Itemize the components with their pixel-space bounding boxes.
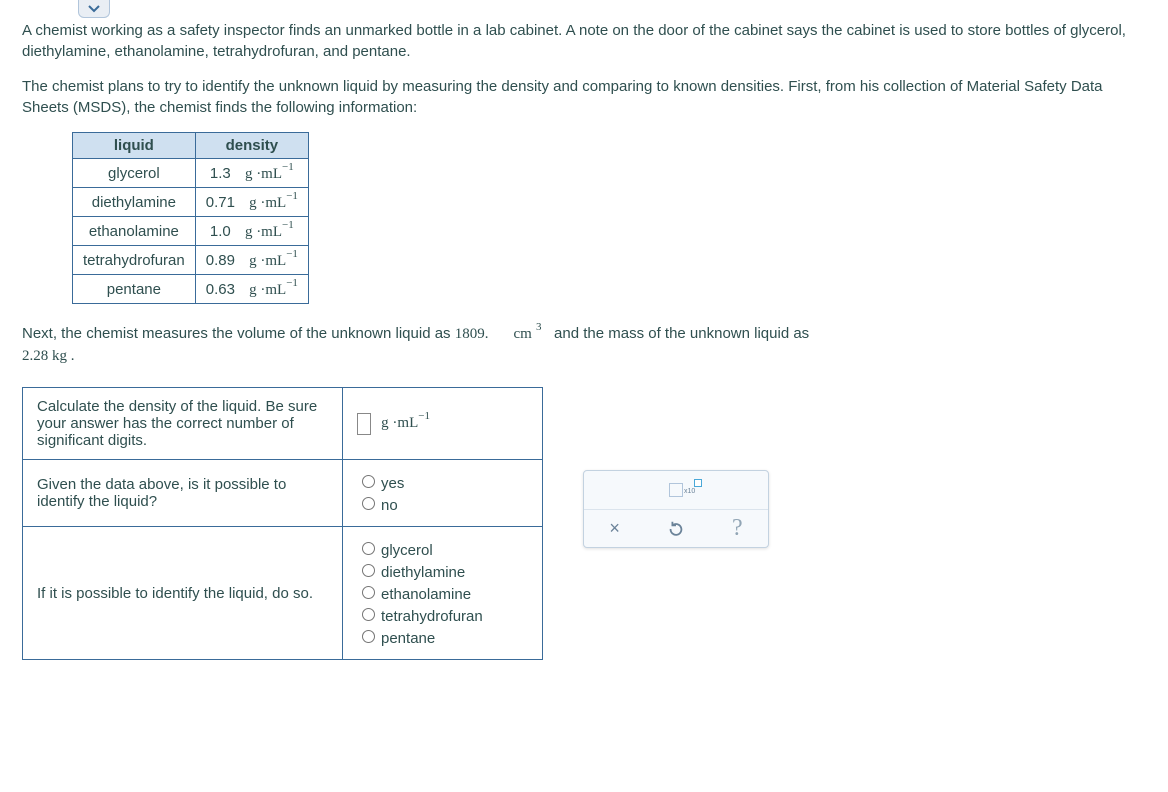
q1-prompt: Calculate the density of the liquid. Be … <box>23 388 343 460</box>
help-icon: ? <box>732 515 743 542</box>
radio-yes[interactable]: yes <box>357 472 528 492</box>
liquid-name: diethylamine <box>73 188 196 217</box>
liquid-name: pentane <box>73 275 196 304</box>
table-row: diethylamine 0.71 g ·mL−1 <box>73 188 309 217</box>
density-value: 0.71 <box>206 194 235 211</box>
chevron-down-icon <box>88 5 100 13</box>
density-value: 1.3 <box>210 165 231 182</box>
table-row: pentane 0.63 g ·mL−1 <box>73 275 309 304</box>
intro-paragraph-1: A chemist working as a safety inspector … <box>22 20 1146 62</box>
density-value: 0.63 <box>206 281 235 298</box>
radio-ethanolamine[interactable]: ethanolamine <box>357 583 528 603</box>
clear-button[interactable]: × <box>599 516 631 542</box>
header-liquid: liquid <box>73 133 196 159</box>
q1-unit: g ·mL <box>381 415 418 431</box>
answer-toolbox: × ? <box>583 470 769 548</box>
collapse-toggle[interactable] <box>78 0 110 18</box>
density-unit: g ·mL <box>245 166 282 182</box>
q1-exp: −1 <box>418 410 430 422</box>
header-density: density <box>195 133 308 159</box>
density-input[interactable] <box>357 413 371 435</box>
density-table: liquid density glycerol 1.3 g ·mL−1 diet… <box>72 132 309 304</box>
table-row: glycerol 1.3 g ·mL−1 <box>73 159 309 188</box>
density-unit: g ·mL <box>249 282 286 298</box>
liquid-name: glycerol <box>73 159 196 188</box>
sci-notation-icon <box>669 483 683 497</box>
reset-icon <box>667 520 685 538</box>
density-unit: g ·mL <box>245 224 282 240</box>
density-value: 1.0 <box>210 223 231 240</box>
table-row: tetrahydrofuran 0.89 g ·mL−1 <box>73 246 309 275</box>
radio-pentane[interactable]: pentane <box>357 627 528 647</box>
density-exp: −1 <box>282 219 294 231</box>
measurement-sentence: Next, the chemist measures the volume of… <box>22 322 1146 367</box>
answer-table: Calculate the density of the liquid. Be … <box>22 387 543 660</box>
liquid-name: tetrahydrofuran <box>73 246 196 275</box>
radio-tetrahydrofuran[interactable]: tetrahydrofuran <box>357 605 528 625</box>
radio-diethylamine[interactable]: diethylamine <box>357 561 528 581</box>
mass-line: 2.28 kg . <box>22 348 75 364</box>
volume-exp: 3 <box>536 321 542 333</box>
intro-paragraph-2: The chemist plans to try to identify the… <box>22 76 1146 118</box>
q3-prompt: If it is possible to identify the liquid… <box>23 527 343 660</box>
density-exp: −1 <box>282 161 294 173</box>
liquid-name: ethanolamine <box>73 217 196 246</box>
help-button[interactable]: ? <box>721 516 753 542</box>
density-exp: −1 <box>286 277 298 289</box>
x-icon: × <box>609 518 620 539</box>
density-exp: −1 <box>286 248 298 260</box>
sci-notation-button[interactable] <box>660 477 692 503</box>
density-exp: −1 <box>286 190 298 202</box>
table-row: ethanolamine 1.0 g ·mL−1 <box>73 217 309 246</box>
radio-glycerol[interactable]: glycerol <box>357 539 528 559</box>
q2-prompt: Given the data above, is it possible to … <box>23 460 343 527</box>
volume-unit: cm <box>514 326 532 342</box>
density-value: 0.89 <box>206 252 235 269</box>
radio-no[interactable]: no <box>357 494 528 514</box>
density-unit: g ·mL <box>249 253 286 269</box>
reset-button[interactable] <box>660 516 692 542</box>
volume-value: 1809. <box>455 326 489 342</box>
density-unit: g ·mL <box>249 195 286 211</box>
